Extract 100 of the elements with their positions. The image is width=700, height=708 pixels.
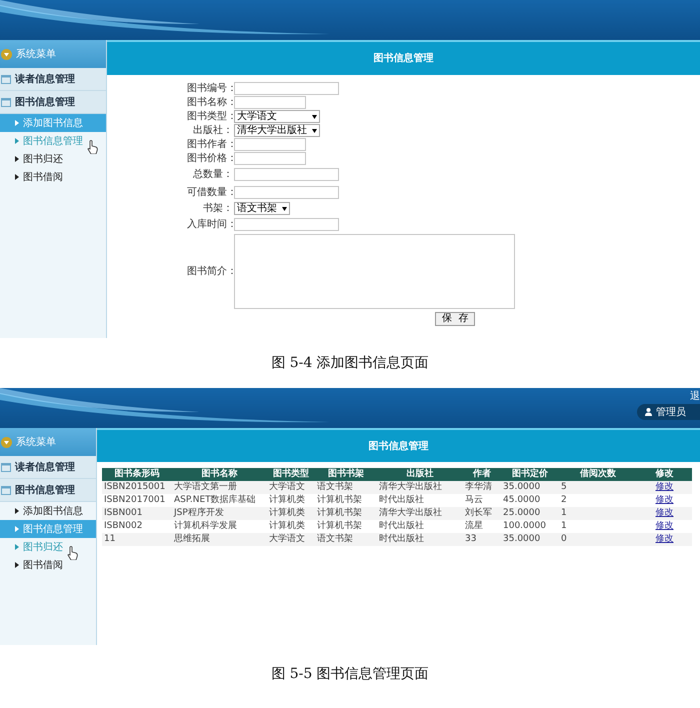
field-label: 图书作者： [187, 140, 233, 150]
table-cell-text: 计算机类 [268, 509, 306, 518]
input-field[interactable] [234, 186, 339, 199]
table-cell-text: 计算机科学发展 [173, 522, 238, 531]
menu-item[interactable]: 图书借阅 [0, 556, 96, 574]
input-field[interactable] [234, 138, 306, 151]
table-cell-text: 大学语文第一册 [173, 483, 238, 492]
figure-caption: 图 5-4 添加图书信息页面 [271, 354, 429, 372]
field-label: 书架： [202, 204, 233, 214]
column-header: 图书定价 [512, 470, 548, 479]
column-header: 修改 [656, 470, 674, 479]
edit-link[interactable]: 修改 [656, 496, 674, 505]
table-cell-text: 计算机类 [268, 522, 306, 531]
edit-link[interactable]: 修改 [656, 522, 674, 531]
edit-link[interactable]: 修改 [656, 509, 674, 518]
table-cell-text: 100.0000 [502, 522, 547, 531]
menu-item[interactable]: 图书借阅 [0, 168, 106, 186]
page-title: 图书信息管理 [368, 440, 428, 454]
textarea-field[interactable] [234, 234, 515, 309]
table-cell-text: ISBN002 [103, 522, 144, 531]
user-icon [645, 408, 652, 416]
figure-caption: 图 5-5 图书信息管理页面 [271, 664, 429, 684]
input-field[interactable] [234, 218, 339, 231]
table-cell-text: 计算机类 [268, 496, 306, 505]
column-header: 图书条形码 [114, 470, 160, 479]
table-cell-text: 2 [560, 496, 568, 505]
table-cell-text: 1 [560, 509, 568, 518]
menu-group[interactable]: 读者信息管理 [0, 456, 96, 479]
table-cell-text: ISBN2017001 [103, 496, 166, 505]
column-header: 图书名称 [202, 470, 238, 479]
calendar-icon [1, 74, 11, 84]
input-field[interactable] [234, 82, 339, 95]
caret-icon [15, 156, 19, 162]
select-field[interactable]: 清华大学出版社 [234, 124, 320, 137]
table-cell-text: 33 [464, 535, 478, 544]
table-cell-text: 刘长军 [464, 509, 493, 518]
collapse-icon [1, 48, 12, 60]
table-cell-text: 大学语文 [268, 535, 306, 544]
table-cell-text: 语文书架 [316, 483, 354, 492]
column-header: 出版社 [406, 470, 434, 479]
table-cell-text: 李华清 [464, 483, 493, 492]
field-label: 图书名称： [187, 98, 233, 108]
table-cell-text: 45.0000 [502, 496, 542, 505]
page-title: 图书信息管理 [374, 52, 434, 66]
calendar-icon [1, 97, 11, 107]
menu-item[interactable]: 添加图书信息 [0, 502, 96, 520]
table-cell-text: ISBN2015001 [103, 483, 166, 492]
table-cell-text: JSP程序开发 [172, 509, 225, 518]
table-cell-text: 时代出版社 [378, 522, 425, 531]
table-cell-text: 清华大学出版社 [378, 509, 443, 518]
table-cell-text: 大学语文 [268, 483, 306, 492]
field-label: 图书价格： [187, 154, 233, 164]
save-button[interactable]: 保 存 [435, 312, 476, 326]
field-label: 可借数量： [187, 188, 233, 198]
dropdown-icon [312, 128, 317, 132]
table-cell-text: 语文书架 [316, 535, 354, 544]
dropdown-icon [282, 206, 287, 210]
column-header: 借阅次数 [580, 470, 616, 479]
table-cell-text: 11 [103, 535, 116, 544]
select-field[interactable]: 大学语文 [234, 110, 320, 123]
menu-title: 系统菜单 [16, 48, 56, 62]
edit-link[interactable]: 修改 [656, 535, 674, 544]
field-label: 图书类型： [187, 112, 233, 122]
field-label: 总数量： [192, 170, 233, 180]
menu-item[interactable]: 图书归还 [0, 150, 106, 168]
table-cell-text: 计算机书架 [316, 522, 363, 531]
menu-group[interactable]: 读者信息管理 [0, 68, 106, 91]
edit-link[interactable]: 修改 [656, 483, 674, 492]
column-header: 作者 [473, 470, 491, 479]
user-badge[interactable]: 管理员 [637, 404, 700, 420]
cursor-icon [87, 140, 98, 154]
caret-icon [15, 526, 19, 532]
table-cell-text: 计算机书架 [316, 496, 363, 505]
field-label: 图书简介： [187, 266, 233, 276]
caret-icon [15, 120, 19, 126]
caret-icon [15, 174, 19, 180]
input-field[interactable] [234, 168, 339, 181]
table-cell-text: 时代出版社 [378, 535, 425, 544]
table-cell-text: 流星 [464, 522, 484, 531]
caret-icon [15, 508, 19, 514]
column-header: 图书类型 [273, 470, 309, 479]
logout-text[interactable]: 退 [690, 389, 700, 404]
calendar-icon [1, 462, 11, 472]
table-cell-text: 25.0000 [502, 509, 542, 518]
table-cell-text: 0 [560, 535, 568, 544]
table-cell-text: 1 [560, 522, 568, 531]
calendar-icon [1, 485, 11, 495]
select-field[interactable]: 语文书架 [234, 202, 290, 215]
table-cell-text: 计算机书架 [316, 509, 363, 518]
menu-group[interactable]: 图书信息管理 [0, 91, 106, 114]
field-label: 图书编号： [187, 84, 233, 94]
input-field[interactable] [234, 152, 306, 165]
column-header: 图书书架 [328, 470, 364, 479]
caret-icon [15, 562, 19, 568]
menu-group[interactable]: 图书信息管理 [0, 479, 96, 502]
input-field[interactable] [234, 96, 306, 109]
table-cell-text: 马云 [464, 496, 484, 505]
table-cell-text: 思维拓展 [173, 535, 211, 544]
cursor-icon [67, 546, 78, 560]
table-cell-text: 35.0000 [502, 483, 542, 492]
